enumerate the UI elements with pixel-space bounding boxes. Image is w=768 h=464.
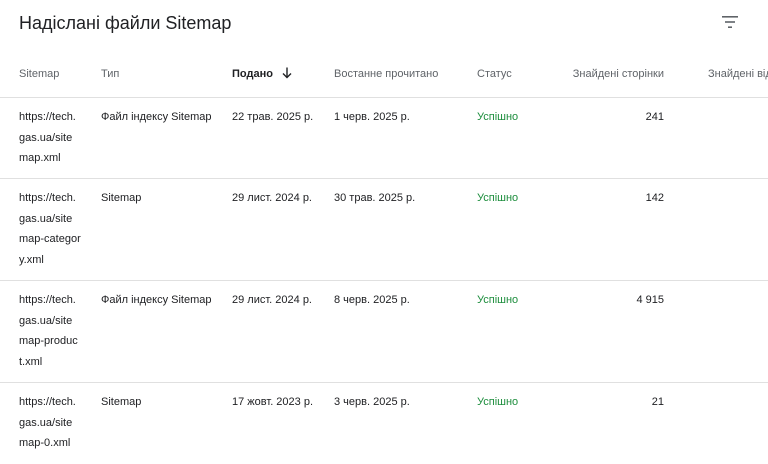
- filter-button[interactable]: [716, 8, 744, 36]
- filter-icon: [722, 16, 738, 28]
- table-header: Sitemap Тип Подано Востанне прочитано Ст…: [0, 52, 768, 98]
- submitted-date: 17 жовт. 2023 р.: [232, 396, 314, 408]
- column-header-submitted-label: Подано: [232, 68, 273, 80]
- status-text: Успішно: [477, 192, 519, 204]
- column-header-type[interactable]: Тип: [101, 67, 119, 81]
- submitted-date: 29 лист. 2024 р.: [232, 294, 312, 306]
- submitted-date: 22 трав. 2025 р.: [232, 111, 314, 123]
- table-row[interactable]: https://tech.gas.ua/sitemap-product.xml …: [0, 281, 768, 383]
- sitemaps-table: Sitemap Тип Подано Востанне прочитано Ст…: [0, 52, 768, 464]
- column-header-submitted[interactable]: Подано: [232, 67, 292, 81]
- pages-count: 4 915: [636, 294, 664, 306]
- status-text: Успішно: [477, 294, 519, 306]
- page-title: Надіслані файли Sitemap: [19, 13, 232, 33]
- sitemap-type: Sitemap: [101, 192, 142, 204]
- pages-count: 241: [645, 111, 664, 123]
- column-header-pages[interactable]: Знайдені сторінки: [573, 67, 664, 81]
- sitemap-type: Sitemap: [101, 396, 142, 408]
- sitemap-url: https://tech.gas.ua/sitemap-0.xml: [19, 396, 76, 449]
- sitemap-type: Файл індексу Sitemap: [101, 294, 212, 306]
- column-header-videos[interactable]: Знайдені від: [708, 67, 768, 81]
- pages-count: 142: [645, 192, 664, 204]
- column-header-status[interactable]: Статус: [477, 67, 512, 81]
- sitemap-url: https://tech.gas.ua/sitemap-category.xml: [19, 192, 81, 266]
- column-header-last-read[interactable]: Востанне прочитано: [334, 67, 438, 81]
- table-row[interactable]: https://tech.gas.ua/sitemap-category.xml…: [0, 179, 768, 281]
- pages-count: 21: [651, 396, 664, 408]
- table-row[interactable]: https://tech.gas.ua/sitemap-0.xml Sitema…: [0, 383, 768, 464]
- last-read-date: 30 трав. 2025 р.: [334, 192, 416, 204]
- table-row[interactable]: https://tech.gas.ua/sitemap.xml Файл інд…: [0, 98, 768, 179]
- sitemap-url: https://tech.gas.ua/sitemap-product.xml: [19, 294, 78, 368]
- status-text: Успішно: [477, 396, 519, 408]
- status-text: Успішно: [477, 111, 519, 123]
- last-read-date: 8 черв. 2025 р.: [334, 294, 410, 306]
- sitemap-url: https://tech.gas.ua/sitemap.xml: [19, 111, 76, 164]
- arrow-down-icon: [282, 67, 292, 79]
- last-read-date: 3 черв. 2025 р.: [334, 396, 410, 408]
- column-header-sitemap[interactable]: Sitemap: [19, 67, 59, 81]
- last-read-date: 1 черв. 2025 р.: [334, 111, 410, 123]
- submitted-date: 29 лист. 2024 р.: [232, 192, 312, 204]
- sitemap-type: Файл індексу Sitemap: [101, 111, 212, 123]
